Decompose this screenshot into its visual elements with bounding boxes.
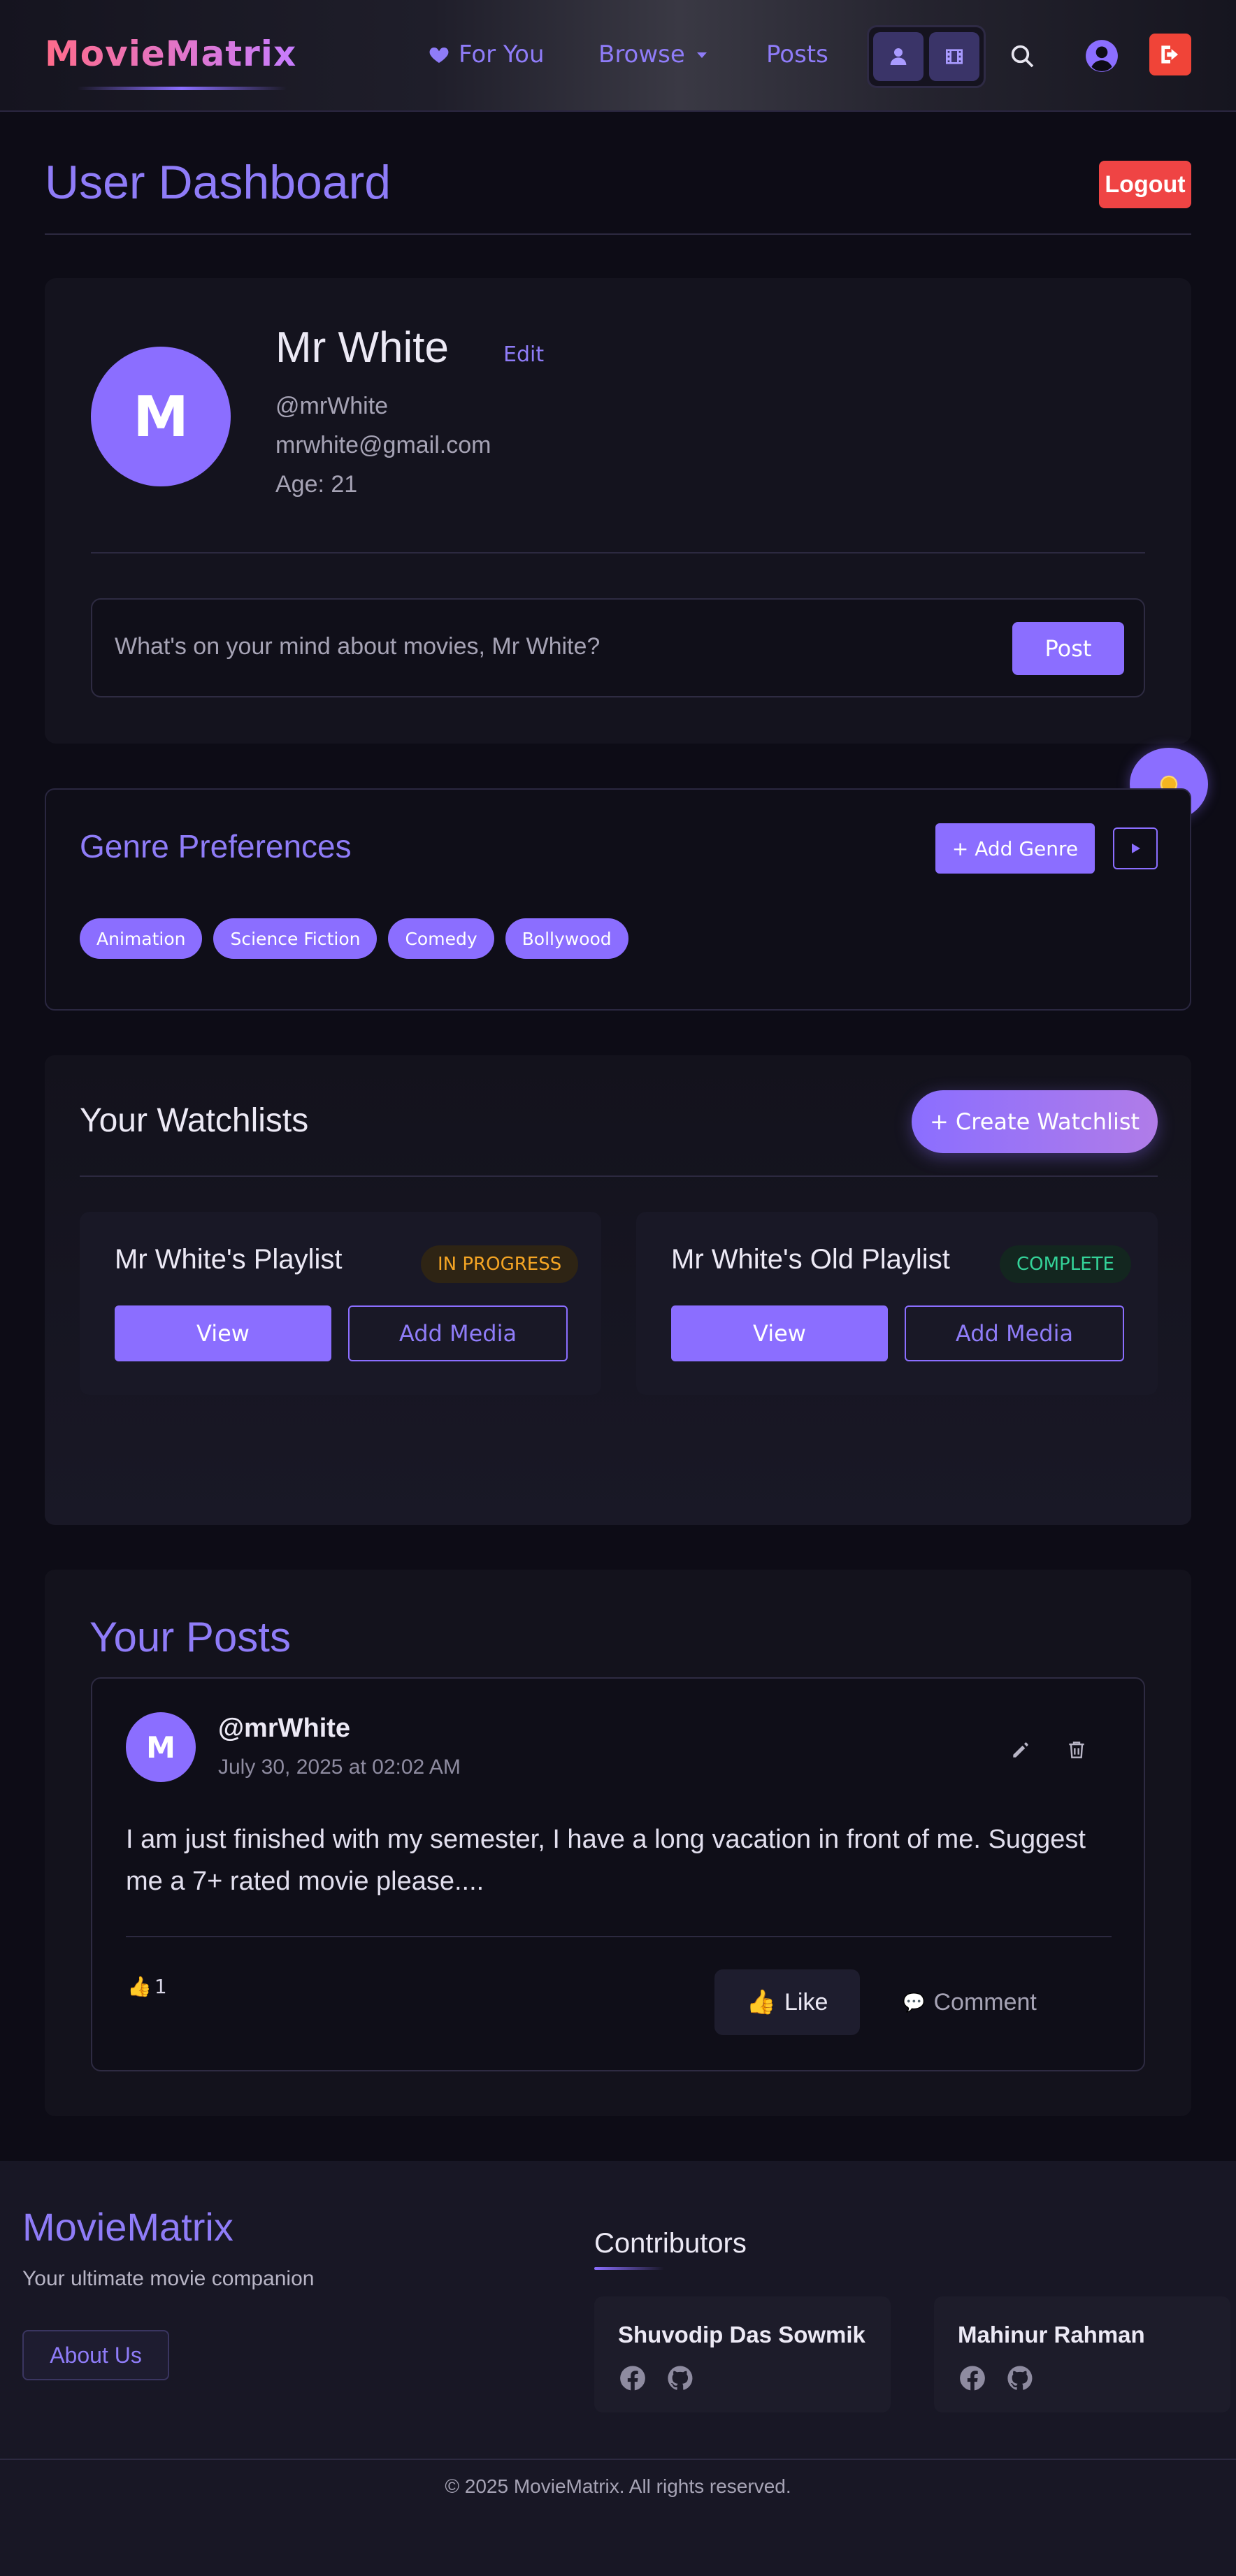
github-icon[interactable] <box>1005 2364 1035 2393</box>
view-watchlist-button[interactable]: View <box>671 1305 888 1361</box>
comment-icon: 💬 <box>903 1991 926 2013</box>
play-icon <box>1132 844 1140 853</box>
post-avatar: M <box>126 1712 196 1782</box>
profile-age: Age: 21 <box>275 471 358 498</box>
add-media-button[interactable]: Add Media <box>348 1305 568 1361</box>
posts-title: Your Posts <box>89 1614 291 1660</box>
like-count-value: 1 <box>154 1975 167 1998</box>
profile-divider <box>91 552 1145 553</box>
toggle-user-button[interactable] <box>873 32 924 81</box>
post-date: July 30, 2025 at 02:02 AM <box>218 1756 461 1779</box>
post-item: M @mrWhite July 30, 2025 at 02:02 AM I a… <box>91 1677 1145 2071</box>
facebook-icon[interactable] <box>958 2364 987 2393</box>
brand-logo[interactable]: MovieMatrix <box>45 34 296 74</box>
navbar: MovieMatrix For You Browse Posts <box>0 0 1236 112</box>
footer-divider <box>0 2459 1236 2460</box>
contributors-underline <box>594 2267 664 2270</box>
contributors-title: Contributors <box>594 2228 747 2259</box>
play-button[interactable] <box>1113 827 1158 869</box>
watchlists-card: Your Watchlists + Create Watchlist Mr Wh… <box>45 1055 1191 1525</box>
profile-avatar: M <box>91 347 231 486</box>
post-divider <box>126 1936 1112 1937</box>
github-icon[interactable] <box>666 2364 695 2393</box>
genre-chip[interactable]: Bollywood <box>505 918 628 959</box>
logout-button[interactable]: Logout <box>1099 161 1191 208</box>
post-username[interactable]: @mrWhite <box>218 1714 350 1744</box>
chevron-down-icon <box>696 52 707 58</box>
thumbs-up-icon: 👍 <box>746 1989 776 2016</box>
posts-card: Your Posts M @mrWhite July 30, 2025 at 0… <box>45 1570 1191 2116</box>
genre-chip[interactable]: Comedy <box>388 918 494 959</box>
footer-tagline: Your ultimate movie companion <box>22 2267 315 2290</box>
contributor-links <box>618 2364 695 2393</box>
search-button[interactable] <box>1003 36 1042 75</box>
watchlist-name: Mr White's Old Playlist <box>671 1244 950 1275</box>
contributor-card: Mahinur Rahman <box>934 2296 1230 2412</box>
watchlist-card: Mr White's Old Playlist COMPLETE View Ad… <box>636 1212 1158 1395</box>
profile-email: mrwhite@gmail.com <box>275 432 491 458</box>
contributor-name: Shuvodip Das Sowmik <box>618 2322 865 2347</box>
watchlist-name: Mr White's Playlist <box>115 1244 343 1275</box>
genre-chip-list: Animation Science Fiction Comedy Bollywo… <box>80 918 628 959</box>
nav-browse-label: Browse <box>598 41 685 68</box>
about-us-button[interactable]: About Us <box>22 2330 169 2380</box>
nav-browse[interactable]: Browse <box>598 41 710 68</box>
view-watchlist-button[interactable]: View <box>115 1305 331 1361</box>
composer-input[interactable]: What's on your mind about movies, Mr Whi… <box>115 633 600 660</box>
sign-out-icon <box>1161 45 1179 64</box>
search-icon <box>1011 45 1034 68</box>
watchlists-title: Your Watchlists <box>80 1102 309 1139</box>
thumbs-up-icon: 👍 <box>127 1975 152 1998</box>
brand-underline <box>77 87 287 90</box>
footer: MovieMatrix Your ultimate movie companio… <box>0 2161 1236 2576</box>
contributor-card: Shuvodip Das Sowmik <box>594 2296 891 2412</box>
nav-for-you[interactable]: For You <box>428 41 545 68</box>
toggle-film-button[interactable] <box>929 32 979 81</box>
watchlists-divider <box>80 1175 1158 1177</box>
profile-button[interactable] <box>1082 36 1121 75</box>
genre-chip[interactable]: Science Fiction <box>213 918 378 959</box>
genre-title: Genre Preferences <box>80 828 352 864</box>
header-divider <box>45 233 1191 235</box>
page-title: User Dashboard <box>45 156 391 209</box>
film-icon <box>946 49 963 64</box>
copyright: © 2025 MovieMatrix. All rights reserved. <box>445 2475 791 2497</box>
nav-posts[interactable]: Posts <box>766 41 828 68</box>
user-icon <box>890 48 907 65</box>
edit-post-button[interactable] <box>1005 1735 1036 1765</box>
genre-chip[interactable]: Animation <box>80 918 203 959</box>
comment-button[interactable]: 💬 Comment <box>875 1969 1064 2035</box>
status-badge: COMPLETE <box>1000 1245 1131 1283</box>
edit-profile-link[interactable]: Edit <box>503 342 544 367</box>
contributor-links <box>958 2364 1035 2393</box>
logout-icon-button[interactable] <box>1149 34 1191 75</box>
create-watchlist-button[interactable]: + Create Watchlist <box>912 1090 1158 1153</box>
user-circle-icon <box>1086 40 1118 72</box>
post-composer[interactable]: What's on your mind about movies, Mr Whi… <box>91 598 1145 697</box>
footer-brand: MovieMatrix <box>22 2205 233 2249</box>
status-badge: IN PROGRESS <box>421 1245 579 1283</box>
like-button[interactable]: 👍 Like <box>714 1969 860 2035</box>
facebook-icon[interactable] <box>618 2364 647 2393</box>
view-toggle <box>867 25 986 88</box>
heart-icon <box>429 48 449 63</box>
add-genre-button[interactable]: + Add Genre <box>935 823 1095 874</box>
comment-button-label: Comment <box>933 1988 1037 2016</box>
post-button[interactable]: Post <box>1012 622 1124 675</box>
like-button-label: Like <box>784 1988 828 2016</box>
delete-post-button[interactable] <box>1061 1735 1092 1765</box>
add-media-button[interactable]: Add Media <box>905 1305 1124 1361</box>
nav-posts-label: Posts <box>766 41 828 68</box>
trash-icon <box>1069 1742 1084 1758</box>
watchlist-card: Mr White's Playlist IN PROGRESS View Add… <box>80 1212 601 1395</box>
contributor-name: Mahinur Rahman <box>958 2322 1145 2347</box>
profile-username: @mrWhite <box>275 393 389 419</box>
pencil-icon <box>1013 1742 1028 1758</box>
genre-preferences-card: Genre Preferences + Add Genre Animation … <box>45 788 1191 1011</box>
profile-name: Mr White <box>275 324 449 372</box>
nav-for-you-label: For You <box>459 41 545 68</box>
like-count: 👍 1 <box>127 1975 167 1998</box>
post-body: I am just finished with my semester, I h… <box>126 1825 1086 1896</box>
